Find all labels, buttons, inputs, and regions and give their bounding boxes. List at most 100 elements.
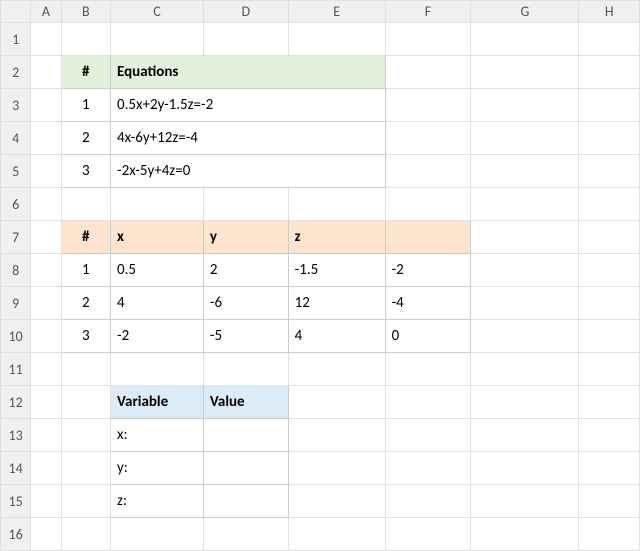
cell-A4[interactable] — [31, 122, 61, 155]
cell-E6[interactable] — [288, 188, 385, 221]
row-7[interactable]: 7 — [1, 221, 31, 254]
cell-E13[interactable] — [288, 419, 385, 452]
row-12[interactable]: 12 — [1, 386, 31, 419]
coef-header-rhs[interactable] — [385, 221, 471, 254]
coef-header-num[interactable]: # — [61, 221, 110, 254]
var-x-name[interactable]: x: — [111, 419, 204, 452]
coef1-y[interactable]: 2 — [203, 254, 288, 287]
col-G[interactable]: G — [471, 1, 579, 23]
coef3-rhs[interactable]: 0 — [385, 320, 471, 353]
cell-D16[interactable] — [203, 518, 288, 551]
col-H[interactable]: H — [579, 1, 640, 23]
cell-F5[interactable] — [385, 155, 471, 188]
cell-G9[interactable] — [471, 287, 579, 320]
cell-F15[interactable] — [385, 485, 471, 518]
cell-F16[interactable] — [385, 518, 471, 551]
cell-A6[interactable] — [31, 188, 61, 221]
cell-A1[interactable] — [31, 23, 61, 56]
cell-F14[interactable] — [385, 452, 471, 485]
coef1-rhs[interactable]: -2 — [385, 254, 471, 287]
cell-A11[interactable] — [31, 353, 61, 386]
cell-H10[interactable] — [579, 320, 640, 353]
cell-G13[interactable] — [471, 419, 579, 452]
cell-A8[interactable] — [31, 254, 61, 287]
cell-H5[interactable] — [579, 155, 640, 188]
cell-G11[interactable] — [471, 353, 579, 386]
cell-D11[interactable] — [203, 353, 288, 386]
vars-header-variable[interactable]: Variable — [111, 386, 204, 419]
cell-A7[interactable] — [31, 221, 61, 254]
cell-H11[interactable] — [579, 353, 640, 386]
cell-F12[interactable] — [385, 386, 471, 419]
cell-A12[interactable] — [31, 386, 61, 419]
cell-A10[interactable] — [31, 320, 61, 353]
row-10[interactable]: 10 — [1, 320, 31, 353]
row-5[interactable]: 5 — [1, 155, 31, 188]
eq1-text[interactable]: 0.5x+2y-1.5z=-2 — [111, 89, 386, 122]
cell-A9[interactable] — [31, 287, 61, 320]
coef2-y[interactable]: -6 — [203, 287, 288, 320]
cell-D1[interactable] — [203, 23, 288, 56]
cell-B14[interactable] — [61, 452, 110, 485]
cell-G8[interactable] — [471, 254, 579, 287]
eq-header-num[interactable]: # — [61, 56, 110, 89]
cell-A14[interactable] — [31, 452, 61, 485]
cell-H9[interactable] — [579, 287, 640, 320]
coef2-rhs[interactable]: -4 — [385, 287, 471, 320]
cell-G2[interactable] — [471, 56, 579, 89]
row-8[interactable]: 8 — [1, 254, 31, 287]
cell-H2[interactable] — [579, 56, 640, 89]
var-z-value[interactable] — [203, 485, 288, 518]
var-y-value[interactable] — [203, 452, 288, 485]
cell-E1[interactable] — [288, 23, 385, 56]
cell-E15[interactable] — [288, 485, 385, 518]
row-2[interactable]: 2 — [1, 56, 31, 89]
cell-F11[interactable] — [385, 353, 471, 386]
coef2-x[interactable]: 4 — [111, 287, 204, 320]
cell-F2[interactable] — [385, 56, 471, 89]
row-14[interactable]: 14 — [1, 452, 31, 485]
coef1-x[interactable]: 0.5 — [111, 254, 204, 287]
coef2-z[interactable]: 12 — [288, 287, 385, 320]
cell-E12[interactable] — [288, 386, 385, 419]
coef3-z[interactable]: 4 — [288, 320, 385, 353]
coef3-num[interactable]: 3 — [61, 320, 110, 353]
cell-E14[interactable] — [288, 452, 385, 485]
eq3-num[interactable]: 3 — [61, 155, 110, 188]
cell-H8[interactable] — [579, 254, 640, 287]
cell-G12[interactable] — [471, 386, 579, 419]
var-x-value[interactable] — [203, 419, 288, 452]
col-D[interactable]: D — [203, 1, 288, 23]
row-4[interactable]: 4 — [1, 122, 31, 155]
cell-C6[interactable] — [111, 188, 204, 221]
cell-A2[interactable] — [31, 56, 61, 89]
cell-E11[interactable] — [288, 353, 385, 386]
cell-F1[interactable] — [385, 23, 471, 56]
col-B[interactable]: B — [61, 1, 110, 23]
cell-H6[interactable] — [579, 188, 640, 221]
cell-H4[interactable] — [579, 122, 640, 155]
coef-header-z[interactable]: z — [288, 221, 385, 254]
coef3-x[interactable]: -2 — [111, 320, 204, 353]
var-z-name[interactable]: z: — [111, 485, 204, 518]
row-11[interactable]: 11 — [1, 353, 31, 386]
vars-header-value[interactable]: Value — [203, 386, 288, 419]
cell-A15[interactable] — [31, 485, 61, 518]
cell-G15[interactable] — [471, 485, 579, 518]
cell-H13[interactable] — [579, 419, 640, 452]
cell-C16[interactable] — [111, 518, 204, 551]
eq3-text[interactable]: -2x-5y+4z=0 — [111, 155, 386, 188]
row-1[interactable]: 1 — [1, 23, 31, 56]
cell-H16[interactable] — [579, 518, 640, 551]
cell-A13[interactable] — [31, 419, 61, 452]
cell-H15[interactable] — [579, 485, 640, 518]
cell-F4[interactable] — [385, 122, 471, 155]
coef-header-y[interactable]: y — [203, 221, 288, 254]
cell-A16[interactable] — [31, 518, 61, 551]
cell-H1[interactable] — [579, 23, 640, 56]
cell-A5[interactable] — [31, 155, 61, 188]
cell-G14[interactable] — [471, 452, 579, 485]
cell-B15[interactable] — [61, 485, 110, 518]
cell-C11[interactable] — [111, 353, 204, 386]
row-13[interactable]: 13 — [1, 419, 31, 452]
